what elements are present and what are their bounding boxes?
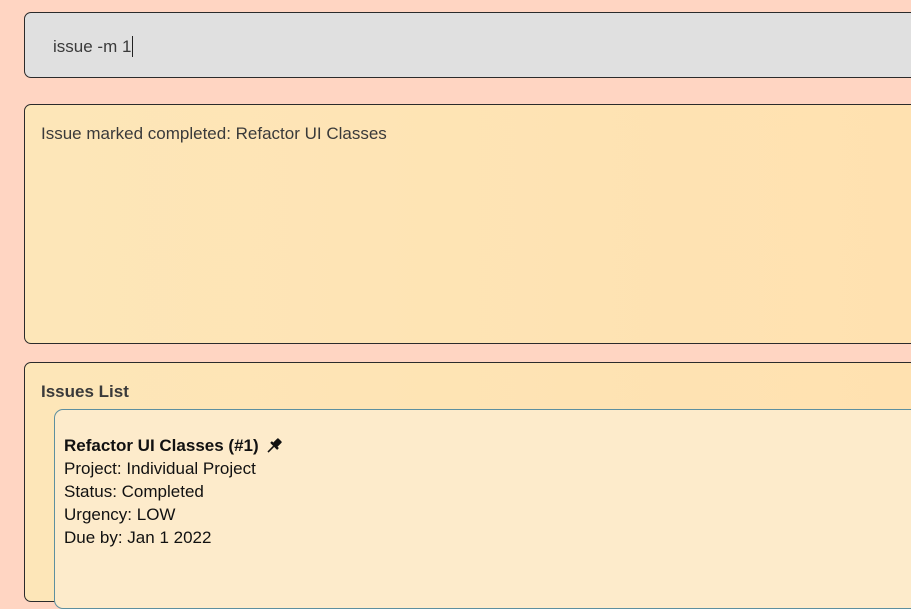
issue-card-content: Refactor UI Classes (#1) Project: Indivi… bbox=[64, 434, 284, 549]
issue-due-date: Due by: Jan 1 2022 bbox=[64, 528, 212, 547]
issue-status: Status: Completed bbox=[64, 482, 204, 501]
issue-title: Refactor UI Classes (#1) bbox=[64, 436, 259, 455]
command-input[interactable]: issue -m 1 bbox=[53, 36, 134, 57]
command-box[interactable]: issue -m 1 bbox=[24, 12, 911, 78]
issue-urgency: Urgency: LOW bbox=[64, 505, 176, 524]
issue-project: Project: Individual Project bbox=[64, 459, 256, 478]
result-display: Issue marked completed: Refactor UI Clas… bbox=[24, 104, 911, 344]
issues-list-title: Issues List bbox=[41, 382, 129, 401]
command-input-text: issue -m 1 bbox=[53, 36, 132, 56]
result-message: Issue marked completed: Refactor UI Clas… bbox=[41, 124, 387, 143]
issue-title-row: Refactor UI Classes (#1) bbox=[64, 434, 284, 457]
issue-card[interactable]: Refactor UI Classes (#1) Project: Indivi… bbox=[54, 409, 911, 609]
text-caret bbox=[132, 36, 134, 57]
issues-list-panel: Issues List Refactor UI Classes (#1) Pro… bbox=[24, 362, 911, 609]
pin-icon bbox=[264, 436, 284, 456]
